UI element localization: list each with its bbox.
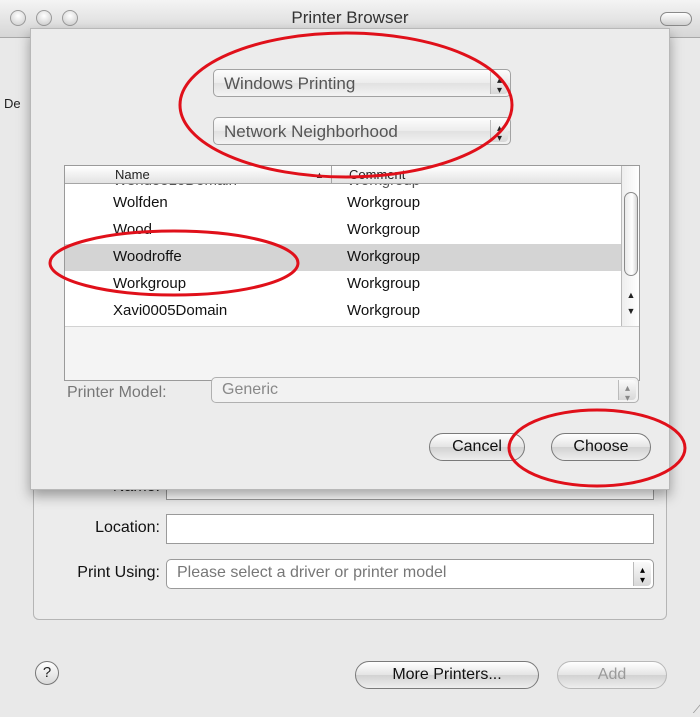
table-row[interactable]: Xavi0005Domain Workgroup bbox=[65, 298, 623, 325]
table-row-selected[interactable]: Woodroffe Workgroup bbox=[65, 244, 623, 271]
updown-arrows-icon: ▴ ▾ bbox=[490, 120, 508, 144]
row-name-cell: Workgroup bbox=[113, 275, 187, 292]
row-name-cell: Woodroffe bbox=[113, 248, 182, 265]
printer-model-popup[interactable]: Generic ▴ ▾ bbox=[211, 377, 639, 404]
table-header: Name ▲ Comment bbox=[65, 166, 623, 184]
updown-arrows-icon: ▴ ▾ bbox=[633, 562, 651, 586]
network-popup-value: Network Neighborhood bbox=[224, 122, 398, 141]
add-button[interactable]: Add bbox=[557, 661, 667, 689]
print-using-value: Please select a driver or printer model bbox=[177, 564, 447, 581]
vertical-scrollbar[interactable]: ▲ ▼ bbox=[621, 166, 639, 326]
sort-ascending-icon: ▲ bbox=[315, 170, 324, 180]
scroll-down-arrow-icon[interactable]: ▼ bbox=[623, 306, 639, 322]
row-name-cell: Xavi0005Domain bbox=[113, 302, 228, 319]
network-popup[interactable]: Network Neighborhood ▴ ▾ bbox=[213, 117, 511, 145]
row-comment-cell: Workgroup bbox=[347, 302, 421, 319]
resize-grip-icon[interactable] bbox=[683, 703, 700, 713]
updown-arrows-icon: ▴ ▾ bbox=[618, 380, 636, 404]
row-comment-cell: Workgroup bbox=[347, 221, 421, 238]
cancel-button[interactable]: Cancel bbox=[429, 433, 525, 461]
print-using-label: Print Using: bbox=[77, 564, 160, 581]
row-comment-cell: Workgroup bbox=[347, 275, 421, 292]
printer-model-value: Generic bbox=[222, 381, 279, 398]
location-field[interactable] bbox=[166, 514, 654, 544]
toolbar-toggle-button[interactable] bbox=[660, 12, 692, 26]
table-footer bbox=[65, 326, 639, 380]
row-name-cell: Wood bbox=[113, 221, 152, 238]
column-header-name[interactable]: Name bbox=[115, 167, 150, 182]
location-label: Location: bbox=[95, 519, 160, 536]
table-row[interactable]: Wolfden Workgroup bbox=[65, 190, 623, 217]
browser-table: Wendoo10Domain Workgroup Name ▲ Comment … bbox=[64, 165, 640, 381]
window-title: Printer Browser bbox=[291, 8, 409, 27]
row-comment-cell: Workgroup bbox=[347, 248, 421, 265]
row-name-cell: Wolfden bbox=[113, 194, 168, 211]
protocol-popup[interactable]: Windows Printing ▴ ▾ bbox=[213, 69, 511, 97]
choose-button[interactable]: Choose bbox=[551, 433, 651, 461]
scroll-up-arrow-icon[interactable]: ▲ bbox=[623, 290, 639, 306]
column-header-comment[interactable]: Comment bbox=[349, 167, 405, 182]
help-button[interactable]: ? bbox=[35, 661, 59, 685]
toolbar-fragment-label: De bbox=[4, 96, 21, 111]
printer-browser-sheet: Windows Printing ▴ ▾ Network Neighborhood… bbox=[30, 28, 670, 490]
protocol-popup-value: Windows Printing bbox=[224, 74, 356, 93]
printer-model-label: Printer Model: bbox=[67, 384, 167, 401]
updown-arrows-icon: ▴ ▾ bbox=[490, 72, 508, 96]
row-comment-cell: Workgroup bbox=[347, 194, 421, 211]
column-separator bbox=[331, 166, 332, 184]
table-row[interactable]: Workgroup Workgroup bbox=[65, 271, 623, 298]
table-row[interactable]: Wood Workgroup bbox=[65, 217, 623, 244]
scroll-thumb[interactable] bbox=[624, 192, 638, 276]
more-printers-button[interactable]: More Printers... bbox=[355, 661, 539, 689]
print-using-select[interactable]: Please select a driver or printer model … bbox=[166, 559, 654, 589]
